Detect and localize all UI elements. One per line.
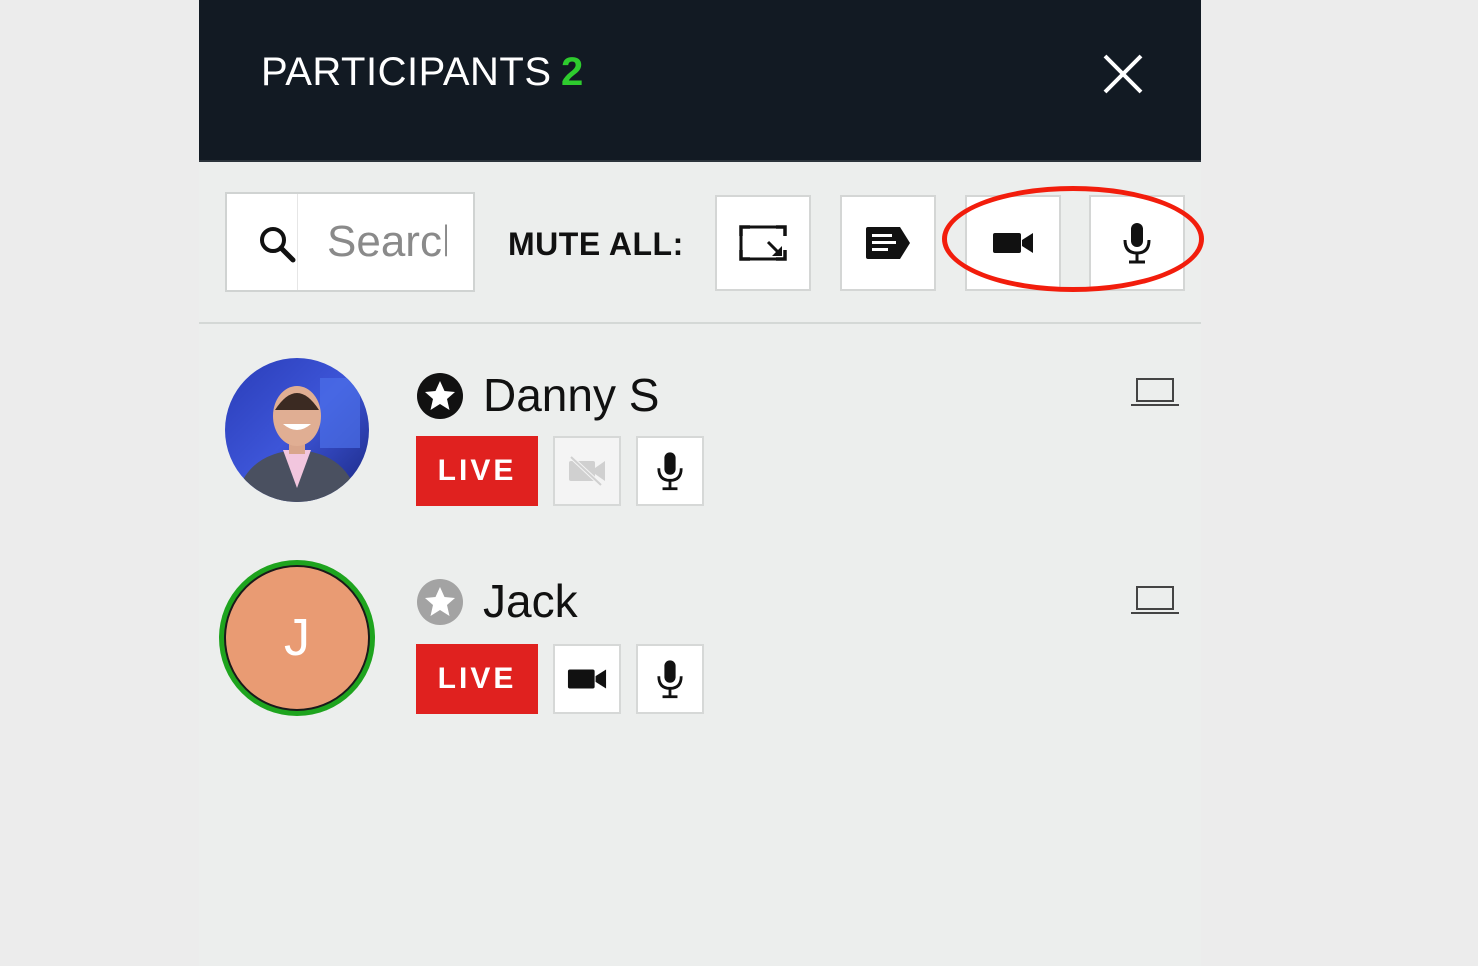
avatar-initial: J xyxy=(224,565,370,711)
chat-button[interactable] xyxy=(840,195,936,291)
chat-icon xyxy=(866,227,910,259)
live-badge: LIVE xyxy=(416,644,538,714)
star-filled-icon xyxy=(417,373,463,419)
avatar-photo xyxy=(225,358,369,502)
video-camera-icon xyxy=(567,669,607,689)
avatar[interactable]: J xyxy=(219,560,375,716)
mute-all-label: MUTE ALL: xyxy=(508,226,684,262)
mute-all-video-button[interactable] xyxy=(965,195,1061,291)
participant-name: Jack xyxy=(483,575,578,627)
panel-title: PARTICIPANTS xyxy=(261,50,552,94)
search-box[interactable] xyxy=(225,192,475,292)
participant-name: Danny S xyxy=(483,369,660,421)
star-outline-icon xyxy=(417,579,463,625)
search-input[interactable] xyxy=(327,216,447,268)
avatar[interactable] xyxy=(225,358,369,502)
screen-share-button[interactable] xyxy=(715,195,811,291)
search-separator xyxy=(297,194,298,290)
close-icon xyxy=(1103,54,1143,94)
toolbar-divider xyxy=(199,322,1201,324)
toolbar: MUTE ALL: xyxy=(199,162,1201,324)
microphone-icon xyxy=(1123,223,1151,264)
video-camera-icon xyxy=(993,233,1033,253)
participant-row: J Jack LIVE xyxy=(199,560,1201,740)
screen-resize-icon xyxy=(739,225,787,261)
video-toggle-button[interactable] xyxy=(553,436,621,506)
microphone-icon xyxy=(657,660,683,699)
laptop-icon xyxy=(1131,378,1179,406)
audio-toggle-button[interactable] xyxy=(636,644,704,714)
participants-panel: PARTICIPANTS 2 MUTE ALL: xyxy=(199,0,1204,966)
mute-all-audio-button[interactable] xyxy=(1089,195,1185,291)
video-off-icon xyxy=(569,455,605,487)
laptop-icon xyxy=(1131,586,1179,614)
microphone-icon xyxy=(657,452,683,491)
participant-count: 2 xyxy=(561,50,584,94)
audio-toggle-button[interactable] xyxy=(636,436,704,506)
panel-header: PARTICIPANTS 2 xyxy=(199,0,1201,162)
participant-row: Danny S LIVE xyxy=(199,358,1201,538)
video-toggle-button[interactable] xyxy=(553,644,621,714)
close-button[interactable] xyxy=(1099,50,1147,98)
search-icon xyxy=(260,227,296,263)
live-badge: LIVE xyxy=(416,436,538,506)
